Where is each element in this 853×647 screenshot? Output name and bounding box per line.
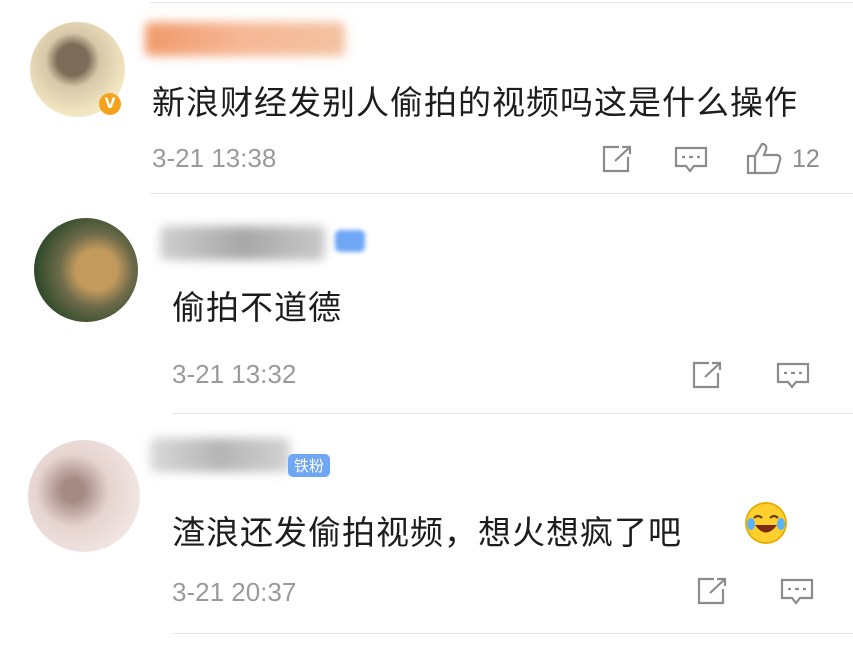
share-icon[interactable]	[696, 576, 728, 606]
comment-time: 3-21 13:38	[152, 143, 277, 173]
comment-text: 渣浪还发偷拍视频，想火想疯了吧	[172, 506, 682, 554]
username-blurred[interactable]	[150, 438, 290, 472]
fan-badge: 铁粉	[288, 454, 331, 477]
username-blurred[interactable]	[145, 22, 345, 56]
avatar[interactable]	[28, 440, 140, 552]
thumbs-up-icon[interactable]	[746, 141, 782, 175]
like-count: 12	[792, 145, 820, 173]
comment-divider	[150, 193, 853, 194]
share-icon[interactable]	[601, 144, 633, 174]
comment-item: 铁粉 渣浪还发偷拍视频，想火想疯了吧 3-21 20:37	[0, 413, 853, 647]
comment-text-content: 渣浪还发偷拍视频，想火想疯了吧	[172, 513, 682, 552]
comment-icon[interactable]	[674, 145, 708, 175]
avatar[interactable]	[34, 218, 138, 322]
comment-icon[interactable]	[780, 577, 814, 607]
comment-divider	[172, 633, 853, 634]
comment-item: V 新浪财经发别人偷拍的视频吗这是什么操作 3-21 13:38 12	[0, 0, 853, 195]
comment-item: 偷拍不道德 3-21 13:32	[0, 195, 853, 414]
comment-icon[interactable]	[776, 361, 810, 391]
username-blurred[interactable]	[160, 226, 325, 260]
member-badge	[335, 230, 365, 252]
comment-text: 偷拍不道德	[172, 288, 342, 327]
share-icon[interactable]	[691, 360, 723, 390]
comment-time: 3-21 13:32	[172, 359, 297, 389]
comment-time: 3-21 20:37	[172, 577, 297, 607]
verified-badge-icon: V	[99, 93, 121, 115]
laughing-crying-emoji-icon	[745, 502, 787, 544]
comment-text: 新浪财经发别人偷拍的视频吗这是什么操作	[152, 83, 798, 122]
